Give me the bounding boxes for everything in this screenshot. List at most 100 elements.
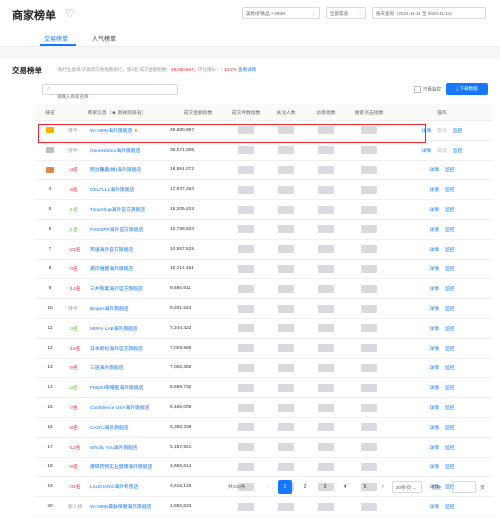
shop-name-link[interactable]: FMUKI荣耀医海外旗舰店 bbox=[90, 386, 143, 391]
download-button[interactable]: ⤓ 下载数据 bbox=[446, 83, 488, 95]
channel-select[interactable]: 全部渠道 ⌄ bbox=[326, 7, 366, 19]
detail-link[interactable]: 详情 bbox=[429, 267, 439, 272]
page-3-button[interactable]: 3 bbox=[318, 480, 332, 494]
col-orders[interactable]: 成交件数指数 bbox=[226, 104, 266, 121]
monitor-link[interactable]: 监控 bbox=[445, 446, 455, 451]
shop-name-link[interactable]: MIRAI LAB海外旗舰店 bbox=[90, 327, 138, 332]
detail-link[interactable]: 详情 bbox=[429, 406, 439, 411]
detail-link[interactable]: 详情 bbox=[422, 149, 432, 154]
search-cell bbox=[346, 239, 392, 260]
monitor-link[interactable]: 监控 bbox=[445, 188, 455, 193]
shop-name-link[interactable]: Bioges海外旗舰店 bbox=[90, 307, 129, 312]
shop-name-link[interactable]: TimeShop海外官方旗舰店 bbox=[90, 208, 145, 213]
page-size-select[interactable]: 20条/页 ⌄ bbox=[392, 481, 422, 493]
monitor-link[interactable]: 监控 bbox=[445, 248, 455, 253]
monitor-link[interactable]: 监控 bbox=[445, 347, 455, 352]
search-cell bbox=[346, 219, 392, 240]
search-cell bbox=[346, 140, 392, 161]
monitor-link[interactable]: 监控 bbox=[445, 287, 455, 292]
monitor-link[interactable]: 监控 bbox=[445, 406, 455, 411]
shop-name-link[interactable]: 康研药物实业健康海外旗舰店 bbox=[90, 465, 152, 470]
shop-name-link[interactable]: 莱印维健海外旗舰店 bbox=[90, 267, 133, 272]
col-visitors[interactable]: 访客指数 bbox=[306, 104, 346, 121]
page-2-button[interactable]: 2 bbox=[298, 480, 312, 494]
col-followers[interactable]: 关注人数 bbox=[266, 104, 306, 121]
shop-name-link[interactable]: W+NMN美肤保健海外旗舰店 bbox=[90, 505, 151, 510]
shop-name-link[interactable]: 燕语海外官方旗舰店 bbox=[90, 248, 133, 253]
monitor-link[interactable]: 监控 bbox=[445, 168, 455, 173]
shop-name-link[interactable]: 日本新松海外官方旗舰店 bbox=[90, 347, 143, 352]
jump-input[interactable] bbox=[452, 481, 476, 493]
checkbox-box[interactable] bbox=[414, 86, 421, 93]
detail-link[interactable]: 详情 bbox=[429, 307, 439, 312]
next-page-button[interactable]: › bbox=[376, 480, 390, 494]
monitor-link[interactable]: 监控 bbox=[445, 267, 455, 272]
monitor-link[interactable]: 监控 bbox=[445, 505, 455, 510]
crown-icon bbox=[46, 147, 54, 154]
prev-page-button[interactable]: ‹ bbox=[262, 480, 276, 494]
date-select-value: 按天查询（2024-11-11 至 2024-11-11） bbox=[376, 11, 455, 16]
shop-name-link[interactable]: PSSOPP海外官方旗舰店 bbox=[90, 228, 143, 233]
rank-cell: 8 bbox=[36, 259, 64, 280]
shop-cell: ↑7名 Confidence USA海外旗舰店 bbox=[64, 397, 170, 418]
view-details-link[interactable]: 查看详情 bbox=[238, 67, 256, 72]
shop-name-link[interactable]: 三道海外旗舰店 bbox=[90, 366, 124, 371]
detail-link[interactable]: 详情 bbox=[429, 426, 439, 431]
only-watched-checkbox[interactable]: 只看监控 bbox=[414, 86, 441, 93]
detail-link[interactable]: 详情 bbox=[429, 505, 439, 510]
monitor-link[interactable]: 监控 bbox=[445, 307, 455, 312]
sales-cell: 9,580,611 bbox=[170, 278, 226, 300]
monitor-link[interactable]: 监控 bbox=[445, 208, 455, 213]
col-rank[interactable]: 排名 bbox=[36, 104, 64, 121]
detail-link[interactable]: 详情 bbox=[422, 129, 432, 134]
detail-link[interactable]: 详情 bbox=[429, 248, 439, 253]
shop-name-link[interactable]: Confidence USA海外旗舰店 bbox=[90, 406, 149, 411]
detail-link[interactable]: 详情 bbox=[429, 446, 439, 451]
shop-name-link[interactable]: GeneHarbor海外旗舰店 bbox=[90, 149, 140, 154]
shop-cell: ↑6名 CAIYU海外旗舰店 bbox=[64, 417, 170, 438]
detail-link[interactable]: 详情 bbox=[429, 188, 439, 193]
date-select[interactable]: 按天查询（2024-11-11 至 2024-11-11） bbox=[372, 7, 486, 19]
shop-name-link[interactable]: 三井製菓海外官方旗舰店 bbox=[90, 287, 143, 292]
blurred-value bbox=[238, 264, 254, 273]
monitor-link[interactable]: 监控 bbox=[445, 465, 455, 470]
tab-transaction-ranking[interactable]: 交易榜单 bbox=[44, 34, 68, 43]
detail-link[interactable]: 详情 bbox=[429, 386, 439, 391]
shop-name-link[interactable]: CELFLLL海外旗舰店 bbox=[90, 188, 134, 193]
detail-link[interactable]: 详情 bbox=[429, 366, 439, 371]
detail-link[interactable]: 详情 bbox=[429, 465, 439, 470]
col-shop[interactable]: 商家信息（★ 则规则排名） bbox=[64, 104, 170, 121]
monitor-link[interactable]: 监控 bbox=[453, 129, 463, 134]
monitor-link[interactable]: 监控 bbox=[445, 386, 455, 391]
detail-link[interactable]: 详情 bbox=[429, 287, 439, 292]
detail-link[interactable]: 详情 bbox=[429, 168, 439, 173]
monitor-link[interactable]: 监控 bbox=[453, 149, 463, 154]
industry-select[interactable]: 美妆/护肤品 > NMN ⌄ bbox=[242, 7, 320, 19]
shop-name-link[interactable]: CAIYU海外旗舰店 bbox=[90, 426, 129, 431]
page-1-button[interactable]: 1 bbox=[278, 480, 292, 494]
monitor-link[interactable]: 监控 bbox=[445, 327, 455, 332]
orders-cell bbox=[226, 239, 266, 260]
monitor-link[interactable]: 监控 bbox=[445, 426, 455, 431]
favorite-heart-icon[interactable]: ♡ bbox=[65, 7, 75, 20]
col-search[interactable]: 搜索点击指数 bbox=[346, 104, 392, 121]
detail-link[interactable]: 详情 bbox=[429, 347, 439, 352]
detail-link[interactable]: 详情 bbox=[429, 327, 439, 332]
col-sales[interactable]: 成交金额指数 bbox=[170, 104, 226, 121]
cancel-link[interactable]: 取消 bbox=[437, 129, 447, 134]
monitor-link[interactable]: 监控 bbox=[445, 228, 455, 233]
blurred-value bbox=[318, 205, 334, 214]
tab-popularity-ranking[interactable]: 人气榜单 bbox=[92, 34, 116, 43]
actions-cell: 详情 监控 bbox=[392, 160, 492, 181]
shop-name-link[interactable]: 明治醫藥(株)海外旗舰店 bbox=[90, 168, 141, 173]
shop-name-link[interactable]: W+NMN海外旗舰店 bbox=[90, 129, 132, 134]
search-input[interactable] bbox=[43, 92, 172, 101]
shop-name-link[interactable]: Wholly You海外旗舰店 bbox=[90, 446, 138, 451]
followers-cell bbox=[266, 358, 306, 379]
page-4-button[interactable]: 4 bbox=[338, 480, 352, 494]
detail-link[interactable]: 详情 bbox=[429, 208, 439, 213]
monitor-link[interactable]: 监控 bbox=[445, 366, 455, 371]
detail-link[interactable]: 详情 bbox=[429, 228, 439, 233]
cancel-link[interactable]: 取消 bbox=[437, 149, 447, 154]
page-5-button[interactable]: 5 bbox=[358, 480, 372, 494]
